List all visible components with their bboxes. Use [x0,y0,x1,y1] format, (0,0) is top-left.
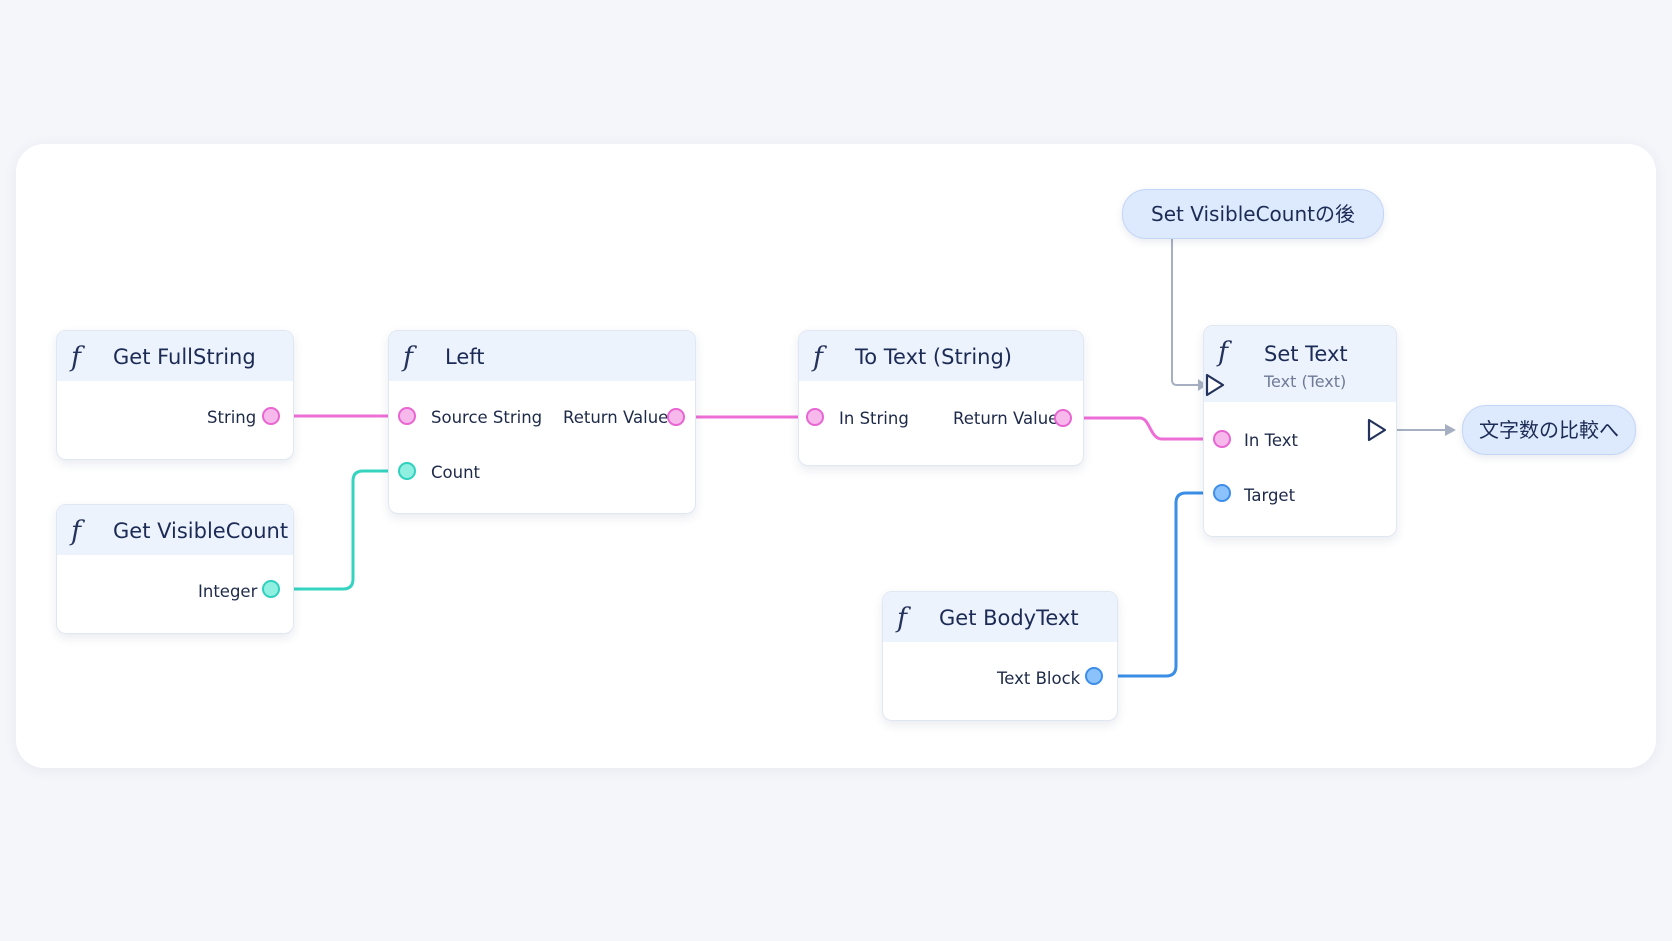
event-pill-compare-length[interactable]: 文字数の比較へ [1462,405,1636,455]
pin-input-in-string[interactable] [806,408,824,426]
node-get-fullstring[interactable]: f Get FullString String [56,330,294,460]
node-title: Set Text [1264,342,1348,366]
pin-label-text-block: Text Block [997,669,1081,688]
pin-output-integer[interactable] [262,580,280,598]
pin-label-count: Count [431,463,481,482]
function-icon: f [813,342,823,373]
node-subtitle: Text (Text) [1264,372,1347,391]
pin-input-target[interactable] [1213,484,1231,502]
exec-input-pin[interactable] [1204,372,1226,398]
pin-label-source-string: Source String [431,408,543,427]
pin-label-integer: Integer [198,582,258,601]
node-get-bodytext[interactable]: f Get BodyText Text Block [882,591,1118,721]
pin-output-return-value[interactable] [1054,409,1072,427]
node-get-visiblecount[interactable]: f Get VisibleCount Integer [56,504,294,634]
node-left[interactable]: f Left Source String Count Return Value [388,330,696,514]
node-title: Get BodyText [939,606,1079,630]
pin-output-string[interactable] [262,407,280,425]
pin-output-return-value[interactable] [667,408,685,426]
node-to-text-string[interactable]: f To Text (String) In String Return Valu… [798,330,1084,466]
function-icon: f [1218,337,1228,368]
node-header [389,331,695,381]
function-icon: f [897,603,907,634]
node-title: Get VisibleCount [113,519,289,543]
node-title: Left [445,345,485,369]
exec-output-pin[interactable] [1366,417,1388,443]
function-icon: f [71,342,81,373]
pin-label-target: Target [1244,486,1296,505]
function-icon: f [71,516,81,547]
function-icon: f [403,342,413,373]
pin-input-source-string[interactable] [398,407,416,425]
pin-output-text-block[interactable] [1085,667,1103,685]
pin-input-in-text[interactable] [1213,430,1231,448]
event-pill-set-visiblecount[interactable]: Set VisibleCountの後 [1122,189,1384,239]
pin-label-in-text: In Text [1244,431,1298,450]
pin-label-in-string: In String [839,409,909,428]
node-title: Get FullString [113,345,256,369]
pin-label-return-value: Return Value [563,408,669,427]
pin-label-string: String [207,408,257,427]
node-title: To Text (String) [855,345,1012,369]
pin-label-return-value: Return Value [953,409,1059,428]
pin-input-count[interactable] [398,462,416,480]
